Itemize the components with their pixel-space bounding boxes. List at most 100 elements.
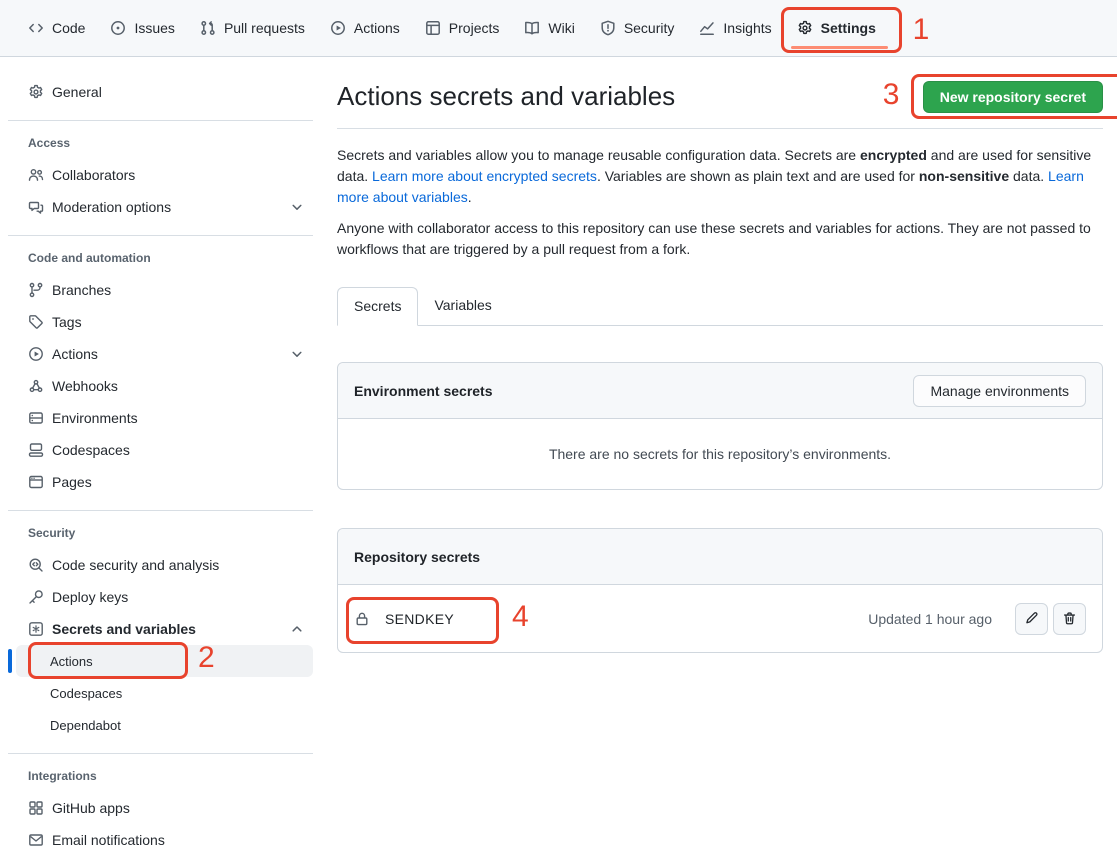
sidebar-item-deploy-keys[interactable]: Deploy keys: [8, 581, 313, 613]
secret-name: SENDKEY 4: [354, 611, 454, 627]
tab-settings[interactable]: Settings 1: [797, 0, 876, 56]
sidebar-item-environments[interactable]: Environments: [8, 402, 313, 434]
tab-issues[interactable]: Issues: [110, 0, 174, 56]
graph-icon: [699, 20, 715, 36]
sidebar-item-label: Actions: [52, 346, 98, 362]
mail-icon: [28, 832, 44, 848]
book-icon: [524, 20, 540, 36]
sidebar-item-label: Pages: [52, 474, 92, 490]
sidebar-item-label: Moderation options: [52, 199, 171, 215]
browser-icon: [28, 474, 44, 490]
asterisk-box-icon: [28, 621, 44, 637]
sidebar-divider: [8, 753, 313, 754]
git-branch-icon: [28, 282, 44, 298]
annotation-number-3: 3: [883, 80, 900, 110]
trash-icon: [1062, 611, 1077, 626]
sidebar-subitem-codespaces[interactable]: Codespaces: [16, 677, 313, 709]
tab-label: Settings: [821, 20, 876, 36]
sidebar-item-secrets-variables[interactable]: Secrets and variables: [8, 613, 313, 645]
tag-icon: [28, 314, 44, 330]
pencil-icon: [1024, 611, 1039, 626]
title-divider: [337, 128, 1103, 129]
sidebar-item-branches[interactable]: Branches: [8, 274, 313, 306]
code-icon: [28, 20, 44, 36]
chevron-up-icon: [289, 621, 305, 637]
manage-environments-button[interactable]: Manage environments: [913, 375, 1086, 407]
annotation-number-2: 2: [198, 643, 215, 673]
tab-wiki[interactable]: Wiki: [524, 0, 574, 56]
sidebar-item-label: Secrets and variables: [52, 621, 196, 637]
intro-paragraph-1: Secrets and variables allow you to manag…: [337, 145, 1103, 208]
repo-tab-nav: Code Issues Pull requests Actions Projec…: [0, 0, 1117, 57]
sidebar-item-code-security[interactable]: Code security and analysis: [8, 549, 313, 581]
sidebar-section-security: Security: [8, 519, 313, 547]
sidebar-item-collaborators[interactable]: Collaborators: [8, 159, 313, 191]
tab-label: Projects: [449, 20, 500, 36]
annotation-number-1: 1: [913, 15, 930, 45]
tab-pull-requests[interactable]: Pull requests: [200, 0, 305, 56]
tab-variables[interactable]: Variables: [418, 287, 507, 325]
tab-security[interactable]: Security: [600, 0, 675, 56]
sidebar-item-pages[interactable]: Pages: [8, 466, 313, 498]
sidebar-divider: [8, 120, 313, 121]
sidebar-section-access: Access: [8, 129, 313, 157]
lock-icon: [354, 611, 370, 627]
new-repository-secret-button[interactable]: New repository secret: [923, 81, 1103, 113]
sidebar-section-integrations: Integrations: [8, 762, 313, 790]
sidebar-section-code-automation: Code and automation: [8, 244, 313, 272]
github-settings-page: Code Issues Pull requests Actions Projec…: [0, 0, 1117, 867]
tab-insights[interactable]: Insights: [699, 0, 771, 56]
tab-actions[interactable]: Actions: [330, 0, 400, 56]
sidebar-item-actions[interactable]: Actions: [8, 338, 313, 370]
sidebar-item-codespaces[interactable]: Codespaces: [8, 434, 313, 466]
tab-projects[interactable]: Projects: [425, 0, 500, 56]
sidebar-divider: [8, 510, 313, 511]
sidebar-item-label: Email notifications: [52, 832, 165, 848]
webhook-icon: [28, 378, 44, 394]
sidebar-item-label: Deploy keys: [52, 589, 128, 605]
chevron-down-icon: [289, 199, 305, 215]
sidebar-item-webhooks[interactable]: Webhooks: [8, 370, 313, 402]
sidebar-item-label: General: [52, 84, 102, 100]
sidebar-item-moderation-options[interactable]: Moderation options: [8, 191, 313, 223]
sidebar-item-label: Collaborators: [52, 167, 135, 183]
secrets-variables-tabnav: Secrets Variables: [337, 287, 1103, 326]
codescan-icon: [28, 557, 44, 573]
page-title: Actions secrets and variables: [337, 80, 675, 112]
tab-label: Code: [52, 20, 85, 36]
sidebar-item-label: GitHub apps: [52, 800, 130, 816]
table-icon: [425, 20, 441, 36]
git-pull-request-icon: [200, 20, 216, 36]
sidebar-subitem-label: Dependabot: [50, 718, 121, 733]
play-icon: [330, 20, 346, 36]
environment-secrets-box: Environment secrets Manage environments …: [337, 362, 1103, 490]
sidebar-item-label: Webhooks: [52, 378, 118, 394]
sidebar-item-github-apps[interactable]: GitHub apps: [8, 792, 313, 824]
server-icon: [28, 410, 44, 426]
sidebar-item-general[interactable]: General: [8, 76, 313, 108]
secret-updated-text: Updated 1 hour ago: [868, 611, 992, 627]
tab-label: Issues: [134, 20, 174, 36]
edit-secret-button[interactable]: [1015, 603, 1048, 635]
environment-secrets-title: Environment secrets: [354, 383, 493, 399]
sidebar-item-tags[interactable]: Tags: [8, 306, 313, 338]
sidebar-item-label: Tags: [52, 314, 82, 330]
inline-link[interactable]: Learn more about encrypted secrets: [372, 168, 597, 184]
sidebar-item-label: Branches: [52, 282, 111, 298]
secret-name-label: SENDKEY: [385, 611, 454, 627]
apps-icon: [28, 800, 44, 816]
delete-secret-button[interactable]: [1053, 603, 1086, 635]
sidebar-subitem-actions[interactable]: Actions 2: [16, 645, 313, 677]
shield-icon: [600, 20, 616, 36]
play-icon: [28, 346, 44, 362]
tab-label: Actions: [354, 20, 400, 36]
gear-icon: [797, 20, 813, 36]
tab-code[interactable]: Code: [28, 0, 85, 56]
repository-secrets-title: Repository secrets: [354, 549, 480, 565]
tab-label: Security: [624, 20, 675, 36]
annotation-number-4: 4: [512, 602, 529, 632]
sidebar-subitem-dependabot[interactable]: Dependabot: [16, 709, 313, 741]
sidebar-item-email-notifications[interactable]: Email notifications: [8, 824, 313, 856]
secret-row: SENDKEY 4 Updated 1 hour ago: [338, 585, 1102, 652]
tab-secrets[interactable]: Secrets: [337, 287, 418, 326]
